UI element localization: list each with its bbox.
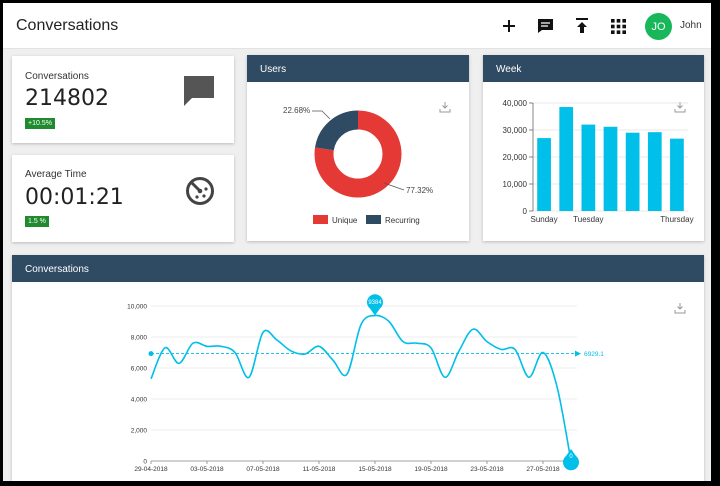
y-tick-label: 6,000 (131, 366, 148, 373)
x-tick-label: 15-05-2018 (358, 466, 392, 473)
x-tick-label: 03-05-2018 (190, 466, 224, 473)
users-donut-chart: 77.32% 22.68% Unique Recurring (283, 106, 433, 225)
x-tick-label: 23-05-2018 (470, 466, 504, 473)
conversations-stat-card: Conversations 214802 +10.5% (12, 56, 234, 143)
average-arrow-icon (575, 350, 581, 357)
stat-label: Conversations (25, 71, 89, 82)
y-tick-label: 8,000 (131, 335, 148, 342)
y-tick-label: 10,000 (127, 304, 147, 311)
user-name[interactable]: John (680, 20, 702, 31)
x-tick-label: 19-05-2018 (414, 466, 448, 473)
data-label: 77.32% (406, 186, 433, 195)
status-badge: +10.5% (25, 118, 55, 129)
timer-icon (186, 177, 214, 205)
x-tick-label: 29-04-2018 (134, 466, 168, 473)
bar[interactable] (603, 126, 618, 211)
x-tick-label: Thursday (660, 215, 693, 224)
bar[interactable] (625, 132, 640, 211)
stat-value: 00:01:21 (25, 185, 124, 210)
x-tick-label: Sunday (531, 215, 558, 224)
legend-label: Recurring (385, 216, 420, 225)
average-marker (148, 351, 154, 357)
label-leader-line (312, 110, 331, 120)
legend-label: Unique (332, 216, 358, 225)
x-tick-label: 07-05-2018 (246, 466, 280, 473)
y-tick-label: 4,000 (131, 397, 148, 404)
week-bar-chart: 0 10,000 20,000 30,000 40,000 Sunday Tuesday Th… (503, 99, 694, 224)
label-leader-line (383, 182, 405, 191)
apps-grid-icon[interactable] (607, 15, 629, 37)
app-frame: Conversations JO John Conversations 2148… (3, 3, 711, 481)
average-label: 6929.1 (584, 351, 604, 358)
legend-swatch-unique[interactable] (313, 215, 328, 224)
average-time-stat-card: Average Time 00:01:21 1.5 % (12, 155, 234, 242)
bar[interactable] (559, 107, 574, 211)
bar[interactable] (670, 138, 684, 211)
y-tick-label: 20,000 (503, 153, 528, 162)
y-tick-label: 0 (143, 459, 147, 466)
conversations-line-card: Conversations 0 2,000 4,000 6,000 8,000 10,00… (12, 255, 704, 481)
users-card: Users 77.32% 22.68% Unique Recurring (247, 55, 469, 241)
y-tick-label: 0 (523, 207, 528, 216)
avatar[interactable]: JO (645, 13, 672, 40)
data-label: 22.68% (283, 106, 310, 115)
upload-icon[interactable] (571, 15, 593, 37)
card-header: Conversations (12, 255, 704, 282)
plus-icon[interactable] (498, 15, 520, 37)
x-tick-label: 27-05-2018 (526, 466, 560, 473)
card-header: Week (483, 55, 704, 82)
y-tick-label: 10,000 (503, 180, 528, 189)
bar[interactable] (581, 124, 596, 211)
week-card: Week 0 10,000 20,000 30,000 40,000 Sunday Tues… (483, 55, 704, 241)
max-marker-label: 9384 (368, 300, 382, 306)
conversations-line-chart: 0 2,000 4,000 6,000 8,000 10,000 29-04-2018 03-… (127, 294, 604, 473)
card-header: Users (247, 55, 469, 82)
bar[interactable] (537, 138, 551, 211)
stat-value: 214802 (25, 86, 109, 111)
bar[interactable] (647, 132, 662, 211)
status-badge: 1.5 % (25, 216, 49, 227)
y-tick-label: 30,000 (503, 126, 528, 135)
legend-swatch-recurring[interactable] (366, 215, 381, 224)
page-title: Conversations (16, 17, 119, 34)
top-bar: Conversations JO John (3, 3, 711, 49)
stat-label: Average Time (25, 169, 87, 180)
x-tick-label: 11-05-2018 (303, 466, 336, 473)
y-tick-label: 2,000 (131, 428, 148, 435)
x-tick-label: Tuesday (573, 215, 603, 224)
chat-bubble-icon (184, 76, 214, 106)
y-tick-label: 40,000 (503, 99, 528, 108)
message-icon[interactable] (534, 15, 556, 37)
